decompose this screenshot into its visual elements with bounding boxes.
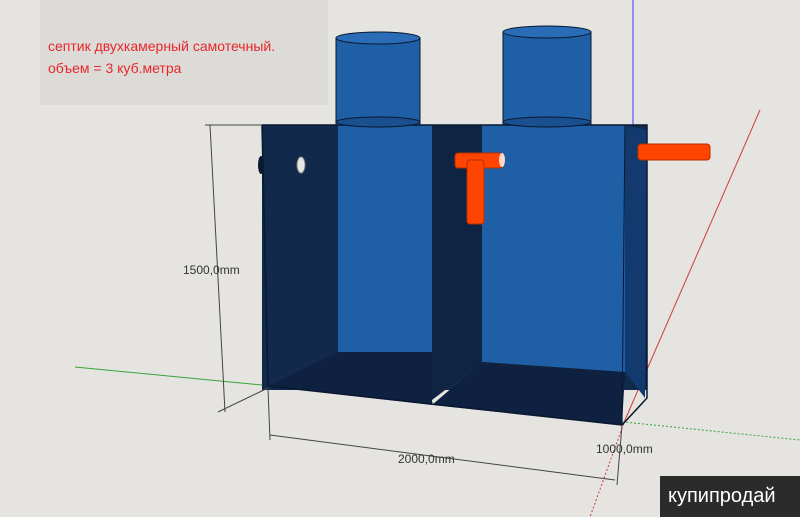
right-chamber-side-wall [625, 125, 647, 398]
left-riser-top [335, 31, 421, 45]
left-chamber-inner-wall [338, 125, 432, 352]
inlet-stub [258, 156, 264, 174]
t-pipe-end [499, 153, 505, 167]
depth-label: 1000,0mm [596, 442, 653, 456]
t-pipe-vertical [466, 159, 485, 225]
left-riser-body [335, 37, 421, 126]
red-axis-dotted [589, 419, 626, 517]
right-riser-body [502, 31, 592, 126]
right-riser-base [502, 116, 592, 128]
watermark-logo: купипродай [660, 476, 800, 517]
caption-volume: объем = 3 куб.метра [48, 60, 182, 76]
height-label: 1500,0mm [183, 263, 240, 277]
caption-title: септик двухкамерный самотечный. [48, 38, 276, 54]
green-axis [74, 366, 273, 387]
sketchup-viewport[interactable]: септик двухкамерный самотечный. объем = … [0, 0, 800, 517]
inlet-hole [296, 156, 306, 174]
caption-box: септик двухкамерный самотечный. объем = … [40, 0, 328, 105]
outlet-pipe [637, 143, 711, 161]
left-riser-base [335, 116, 421, 128]
length-label: 2000,0mm [398, 452, 455, 466]
right-riser-top [502, 25, 592, 39]
